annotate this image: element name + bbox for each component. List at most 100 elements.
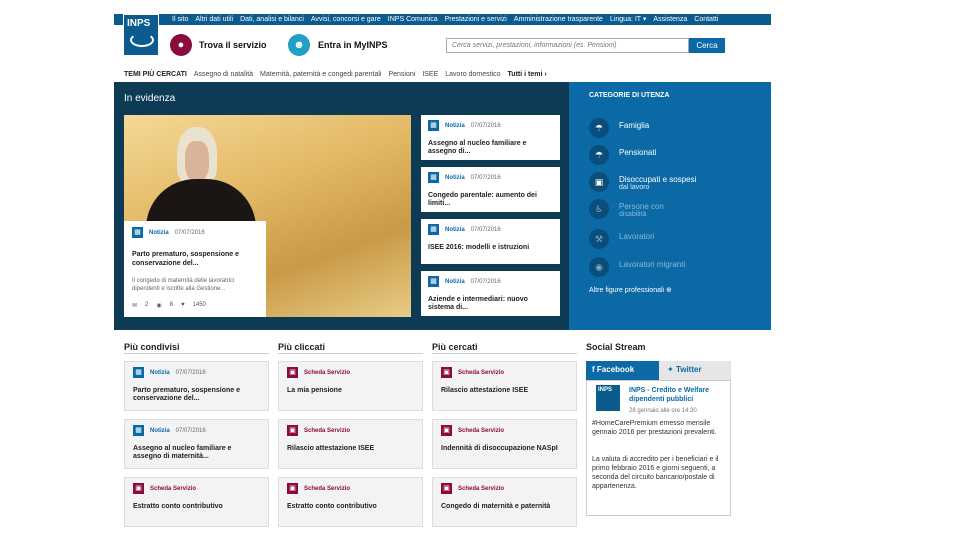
tag-link[interactable]: Maternità, paternità e congedi parentali <box>260 71 381 78</box>
category-sublabel: disabilità <box>619 211 647 218</box>
tab-facebook[interactable]: f Facebook <box>586 361 659 380</box>
hero-card[interactable]: ▦ Notizia 07/07/2016 Parto prematuro, so… <box>124 221 266 317</box>
news-icon: ▦ <box>132 227 143 238</box>
topnav-item[interactable]: Il sito <box>172 14 188 25</box>
service-icon: ▣ <box>287 367 298 378</box>
column-title: Più cliccati <box>278 342 326 352</box>
comments-icon: ✉ <box>132 303 138 309</box>
all-tags-link[interactable]: Tutti i temi › <box>508 71 547 78</box>
news-headline[interactable]: Assegno al nucleo familiare e assegno di… <box>428 140 553 156</box>
card-headline[interactable]: Assegno al nucleo familiare e assegno di… <box>133 445 260 461</box>
news-type: Notizia <box>445 122 465 129</box>
views-icon: ◉ <box>156 303 162 309</box>
hero-date: 07/07/2016 <box>174 229 205 236</box>
search-button[interactable]: Cerca <box>689 38 725 53</box>
list-card[interactable]: ▣ Scheda Servizio Estratto conto contribu… <box>124 477 269 527</box>
wheelchair-icon: ♿ <box>589 199 609 219</box>
list-card[interactable]: ▣ Scheda Servizio Estratto conto contribu… <box>278 477 423 527</box>
news-icon: ▦ <box>428 276 439 287</box>
list-card[interactable]: ▦ Notizia 07/07/2016 Parto prematuro, sosp… <box>124 361 269 411</box>
hero-type: Notizia <box>149 229 169 236</box>
tag-link[interactable]: Lavoro domestico <box>445 71 500 78</box>
column-title: Più condivisi <box>124 342 180 352</box>
service-icon: ▣ <box>133 483 144 494</box>
news-headline[interactable]: Aziende e intermediari: nuovo sistema di… <box>428 296 553 312</box>
feed-date: 28 gennaio alle ore 14:30 <box>629 408 697 414</box>
news-card[interactable]: ▦ Notizia 07/07/2016 Aziende e intermediar… <box>421 271 560 316</box>
category-lavoratori[interactable]: ⚒ Lavoratori <box>589 229 655 249</box>
user-icon[interactable]: ☻ <box>288 34 310 56</box>
social-title: Social Stream <box>586 342 646 352</box>
topnav-item[interactable]: Avvisi, concorsi e gare <box>311 14 381 25</box>
list-card[interactable]: ▣ Scheda Servizio La mia pensione <box>278 361 423 411</box>
card-headline[interactable]: Rilascio attestazione ISEE <box>287 445 414 453</box>
altre-figure-link[interactable]: Altre figure professionali ⊕ <box>589 286 672 294</box>
hero-headline[interactable]: Parto prematuro, sospensione e conservaz… <box>132 250 258 268</box>
card-headline[interactable]: Parto prematuro, sospensione e conservaz… <box>133 387 260 403</box>
news-date: 07/07/2016 <box>470 174 501 181</box>
search-input[interactable]: Cerca servizi, prestazioni, informazioni… <box>446 38 689 53</box>
service-icon: ▣ <box>441 425 452 436</box>
news-date: 07/07/2016 <box>470 226 501 233</box>
list-card[interactable]: ▣ Scheda Servizio Rilascio attestazione I… <box>432 361 577 411</box>
card-headline[interactable]: Estratto conto contributivo <box>287 503 414 511</box>
service-icon: ▣ <box>441 483 452 494</box>
category-migranti[interactable]: ◉ Lavoratori migranti <box>589 257 685 277</box>
card-type: Scheda Servizio <box>304 369 351 376</box>
news-card[interactable]: ▦ Notizia 07/07/2016 ISEE 2016: modelli e … <box>421 219 560 264</box>
inps-logo[interactable]: INPS <box>123 14 159 56</box>
service-icon: ▣ <box>287 483 298 494</box>
news-card[interactable]: ▦ Notizia 07/07/2016 Assegno al nucleo fam… <box>421 115 560 160</box>
myinps-link[interactable]: Entra in MyINPS <box>318 40 388 50</box>
card-headline[interactable]: Estratto conto contributivo <box>133 503 260 511</box>
column-divider <box>432 353 577 354</box>
topnav-item[interactable]: Contatti <box>694 14 718 25</box>
list-card[interactable]: ▣ Scheda Servizio Rilascio attestazione I… <box>278 419 423 469</box>
news-type: Notizia <box>445 278 465 285</box>
list-card[interactable]: ▣ Scheda Servizio Congedo di maternità e … <box>432 477 577 527</box>
language-select[interactable]: Lingua: IT ▾ <box>610 14 646 25</box>
tag-link[interactable]: Assegno di natalità <box>194 71 253 78</box>
categorie-title: CATEGORIE DI UTENZA <box>589 92 670 99</box>
topnav-item[interactable]: Prestazioni e servizi <box>445 14 507 25</box>
column-divider <box>124 353 269 354</box>
category-disoccupati[interactable]: ▣ Disoccupati e sospesi dal lavoro <box>589 172 696 192</box>
news-card[interactable]: ▦ Notizia 07/07/2016 Congedo parentale: au… <box>421 167 560 212</box>
topnav-item[interactable]: INPS Comunica <box>388 14 438 25</box>
category-sublabel: dal lavoro <box>619 184 650 191</box>
card-headline[interactable]: Indennità di disoccupazione NASpI <box>441 445 568 453</box>
topnav-item[interactable]: Assistenza <box>653 14 687 25</box>
list-card[interactable]: ▦ Notizia 07/07/2016 Assegno al nucleo fam… <box>124 419 269 469</box>
card-headline[interactable]: La mia pensione <box>287 387 414 395</box>
topnav-item[interactable]: Altri dati utili <box>195 14 233 25</box>
tag-link[interactable]: ISEE <box>422 71 438 78</box>
category-pensionati[interactable]: ☂ Pensionati <box>589 145 656 165</box>
card-date: 07/07/2016 <box>175 369 206 376</box>
umbrella-icon: ☂ <box>589 145 609 165</box>
card-type: Scheda Servizio <box>458 485 505 492</box>
feed-text: #HomeCarePremium emesso mensile gennaio … <box>592 420 717 436</box>
card-headline[interactable]: Congedo di maternità e paternità <box>441 503 568 511</box>
category-famiglia[interactable]: ☂ Famiglia <box>589 118 649 138</box>
popular-tags: TEMI PIÙ CERCATI Assegno di natalità Mat… <box>124 69 547 79</box>
twitter-icon: ✦ <box>667 365 674 374</box>
feed-avatar[interactable]: INPS <box>596 385 620 411</box>
card-type: Scheda Servizio <box>304 427 351 434</box>
news-date: 07/07/2016 <box>470 122 501 129</box>
tag-link[interactable]: Pensioni <box>388 71 415 78</box>
news-headline[interactable]: Congedo parentale: aumento dei limiti... <box>428 192 553 208</box>
category-label: Famiglia <box>619 121 650 130</box>
card-headline[interactable]: Rilascio attestazione ISEE <box>441 387 568 395</box>
tab-twitter[interactable]: ✦ Twitter <box>659 361 731 380</box>
topnav-item[interactable]: Amministrazione trasparente <box>514 14 603 25</box>
column-title: Più cercati <box>432 342 478 352</box>
service-icon: ▣ <box>441 367 452 378</box>
news-headline[interactable]: ISEE 2016: modelli e istruzioni <box>428 244 553 252</box>
tab-facebook-label: Facebook <box>596 365 635 374</box>
list-card[interactable]: ▣ Scheda Servizio Indennità di disoccupaz… <box>432 419 577 469</box>
topnav-item[interactable]: Dati, analisi e bilanci <box>240 14 304 25</box>
category-disabilita[interactable]: ♿ Persone con disabilità <box>589 199 664 219</box>
feed-author[interactable]: INPS - Credito e Welfare dipendenti pubb… <box>629 386 729 404</box>
lightbulb-icon[interactable]: ● <box>170 34 192 56</box>
trova-servizio-link[interactable]: Trova il servizio <box>199 40 267 50</box>
